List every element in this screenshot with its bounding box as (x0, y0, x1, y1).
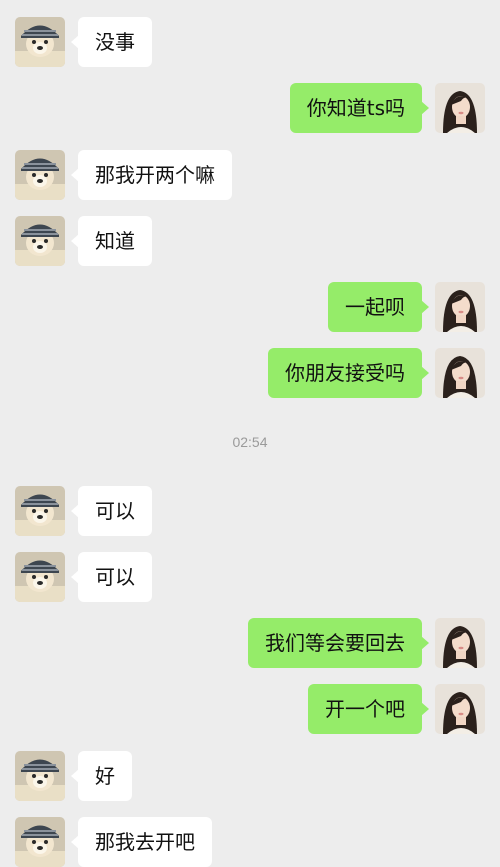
message-bubble[interactable]: 没事 (71, 17, 152, 67)
self-avatar[interactable] (435, 684, 485, 734)
dog-avatar-icon (15, 486, 65, 536)
dog-avatar-icon (15, 751, 65, 801)
self-avatar[interactable] (435, 282, 485, 332)
message-row-outgoing: 你知道ts吗 (0, 83, 500, 133)
woman-avatar-icon (435, 618, 485, 668)
message-row-outgoing: 我们等会要回去 (0, 618, 500, 668)
message-bubble[interactable]: 一起呗 (328, 282, 429, 332)
contact-avatar[interactable] (15, 17, 65, 67)
contact-avatar[interactable] (15, 751, 65, 801)
dog-avatar-icon (15, 150, 65, 200)
dog-avatar-icon (15, 817, 65, 867)
woman-avatar-icon (435, 282, 485, 332)
contact-avatar[interactable] (15, 216, 65, 266)
message-row-incoming: 那我去开吧 (0, 817, 500, 867)
message-bubble[interactable]: 好 (71, 751, 132, 801)
self-avatar[interactable] (435, 348, 485, 398)
message-row-incoming: 可以 (0, 552, 500, 602)
woman-avatar-icon (435, 684, 485, 734)
message-bubble[interactable]: 你知道ts吗 (289, 83, 430, 133)
message-row-incoming: 可以 (0, 486, 500, 536)
self-avatar[interactable] (435, 83, 485, 133)
message-row-incoming: 知道 (0, 216, 500, 266)
message-bubble[interactable]: 可以 (71, 486, 152, 536)
message-bubble[interactable]: 你朋友接受吗 (268, 348, 429, 398)
message-row-outgoing: 一起呗 (0, 282, 500, 332)
message-row-incoming: 没事 (0, 17, 500, 67)
woman-avatar-icon (435, 83, 485, 133)
message-bubble[interactable]: 我们等会要回去 (248, 618, 429, 668)
message-row-incoming: 那我开两个嘛 (0, 150, 500, 200)
dog-avatar-icon (15, 552, 65, 602)
contact-avatar[interactable] (15, 552, 65, 602)
message-row-outgoing: 开一个吧 (0, 684, 500, 734)
woman-avatar-icon (435, 348, 485, 398)
contact-avatar[interactable] (15, 150, 65, 200)
message-bubble[interactable]: 可以 (71, 552, 152, 602)
message-bubble[interactable]: 开一个吧 (308, 684, 429, 734)
contact-avatar[interactable] (15, 486, 65, 536)
dog-avatar-icon (15, 17, 65, 67)
self-avatar[interactable] (435, 618, 485, 668)
contact-avatar[interactable] (15, 817, 65, 867)
message-timestamp: 02:54 (232, 434, 268, 450)
chat-messages[interactable]: 没事 你知道ts吗 那我开两个嘛 知道 一起呗 你朋友接受吗 02:54 可以 … (0, 0, 500, 867)
message-row-outgoing: 你朋友接受吗 (0, 348, 500, 398)
dog-avatar-icon (15, 216, 65, 266)
message-bubble[interactable]: 知道 (71, 216, 152, 266)
message-bubble[interactable]: 那我开两个嘛 (71, 150, 232, 200)
message-row-incoming: 好 (0, 751, 500, 801)
message-bubble[interactable]: 那我去开吧 (71, 817, 212, 867)
